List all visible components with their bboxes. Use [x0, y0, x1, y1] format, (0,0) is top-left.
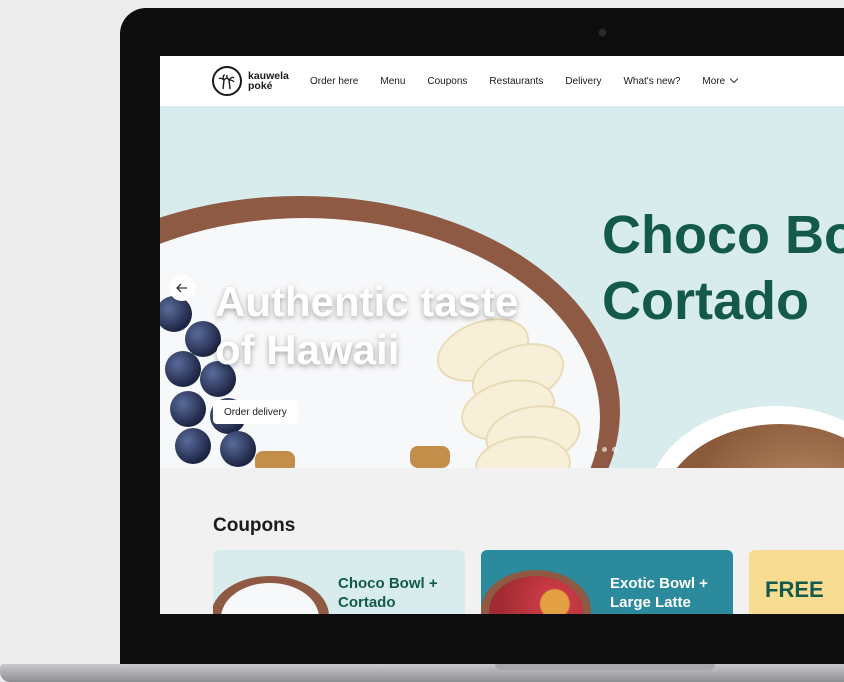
order-delivery-button[interactable]: Order delivery	[213, 400, 298, 424]
nav-coupons[interactable]: Coupons	[427, 76, 467, 87]
nav-more-dropdown[interactable]: More	[702, 74, 739, 87]
nav-more-label: More	[702, 75, 726, 87]
blueberry	[220, 431, 256, 467]
coupon-card-title: Choco Bowl + Cortado	[338, 574, 438, 612]
coupon-title-line-2: Large Latte	[610, 594, 691, 611]
hero-carousel: Choco Bo Cortado Authentic taste of Hawa…	[160, 106, 844, 468]
webcam	[599, 29, 606, 36]
carousel-dot-1[interactable]	[592, 447, 597, 452]
carousel-dot-2[interactable]	[602, 447, 607, 452]
hero-headline: Authentic taste of Hawaii	[215, 278, 518, 374]
carousel-dots	[592, 447, 622, 452]
carousel-prev-button[interactable]	[169, 275, 195, 301]
carousel-dot-3[interactable]	[612, 447, 617, 452]
nav-delivery[interactable]: Delivery	[565, 76, 601, 87]
screen-bezel	[120, 614, 844, 666]
granola	[410, 446, 450, 468]
granola	[255, 451, 295, 468]
top-nav: kauwela poké Order here Menu Coupons Res…	[160, 56, 844, 106]
coupon-title-line-2: Cortado	[338, 594, 396, 611]
nav-menu: Order here Menu Coupons Restaurants Deli…	[310, 74, 759, 87]
arrow-left-icon	[176, 283, 187, 293]
laptop-base	[0, 664, 844, 682]
promo-line-1: Choco Bo	[602, 205, 844, 265]
nav-restaurants[interactable]: Restaurants	[489, 76, 543, 87]
promo-line-2: Cortado	[602, 271, 809, 331]
hero-headline-line-1: Authentic taste	[215, 278, 519, 325]
nav-menu-link[interactable]: Menu	[380, 76, 405, 87]
bowl-thumbnail	[213, 576, 329, 614]
coupon-card-title: FREE	[765, 577, 824, 602]
blueberry	[170, 391, 206, 427]
blueberry	[175, 428, 211, 464]
promo-title: Choco Bo Cortado	[602, 202, 844, 334]
bowl-thumbnail	[481, 570, 591, 614]
palm-tree-icon	[212, 66, 242, 96]
logo-line-2: poké	[248, 80, 273, 92]
browser-screen: kauwela poké Order here Menu Coupons Res…	[160, 56, 844, 614]
logo-wordmark: kauwela poké	[248, 71, 289, 92]
chevron-down-icon	[729, 74, 739, 84]
nav-whats-new[interactable]: What's new?	[623, 76, 680, 87]
coupon-title-line-1: Exotic Bowl +	[610, 575, 708, 592]
nav-order-here[interactable]: Order here	[310, 76, 358, 87]
coupon-card-exotic[interactable]: Exotic Bowl + Large Latte	[481, 550, 733, 614]
coupon-title-line-1: Choco Bowl +	[338, 575, 438, 592]
brand-logo[interactable]: kauwela poké	[212, 66, 289, 96]
blueberry	[165, 351, 201, 387]
coupon-card-free[interactable]: FREE	[749, 550, 844, 614]
coupon-card-choco[interactable]: Choco Bowl + Cortado	[213, 550, 465, 614]
laptop-notch	[495, 664, 715, 670]
coupons-heading: Coupons	[213, 515, 296, 536]
coupon-card-title: Exotic Bowl + Large Latte	[610, 574, 708, 612]
hero-headline-line-2: of Hawaii	[215, 326, 400, 373]
